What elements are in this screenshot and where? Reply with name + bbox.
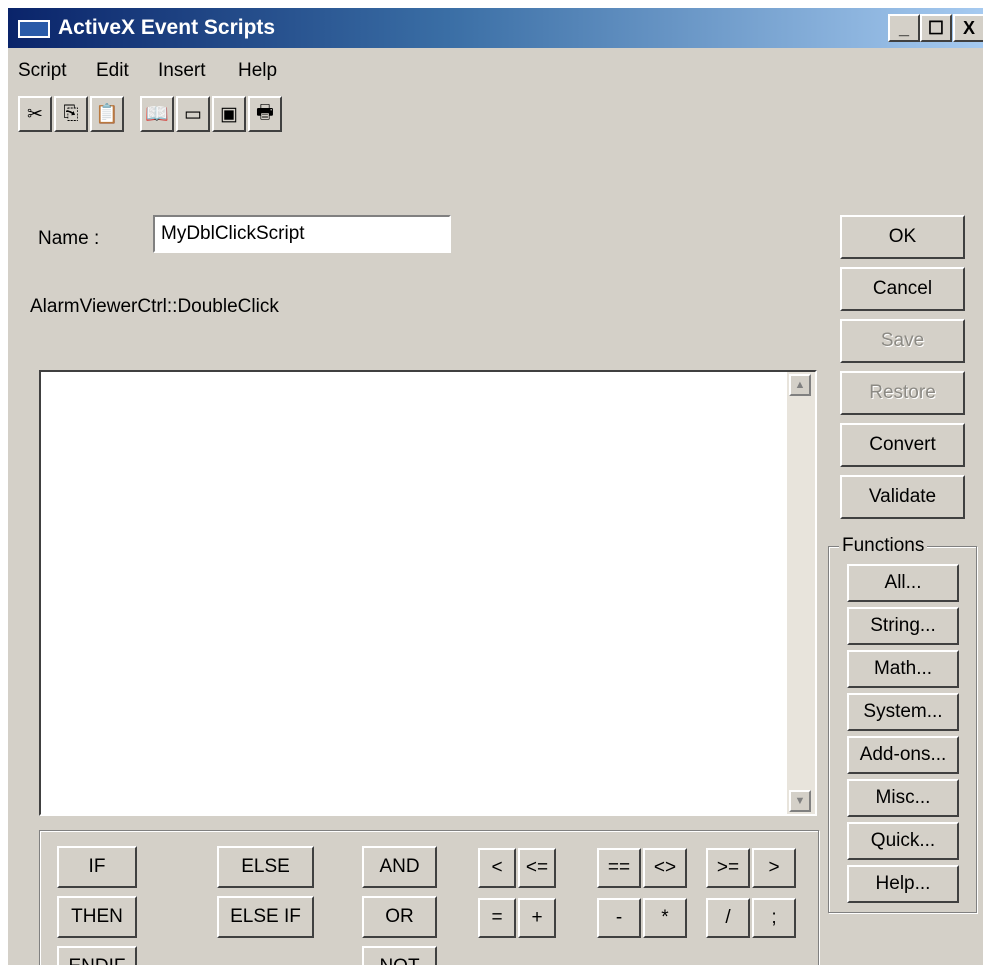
op-less-than-button[interactable]: <: [478, 848, 516, 888]
op-multiply-button[interactable]: *: [643, 898, 687, 938]
title-bar: ActiveX Event Scripts _ ☐ X: [8, 8, 983, 48]
op-not-button[interactable]: NOT: [362, 946, 437, 965]
function-math-button[interactable]: Math...: [847, 650, 959, 688]
op-endif-button[interactable]: ENDIF: [57, 946, 137, 965]
op-elseif-button[interactable]: ELSE IF: [217, 896, 314, 938]
function-help-button[interactable]: Help...: [847, 865, 959, 903]
function-system-button[interactable]: System...: [847, 693, 959, 731]
window-icon: [18, 20, 50, 38]
menu-insert[interactable]: Insert: [158, 60, 206, 82]
minimize-button[interactable]: _: [888, 14, 920, 42]
menu-script[interactable]: Script: [18, 60, 67, 82]
function-string-button[interactable]: String...: [847, 607, 959, 645]
event-label: AlarmViewerCtrl::DoubleClick: [30, 296, 279, 317]
scroll-down-icon[interactable]: ▼: [789, 790, 811, 812]
menu-bar: Script Edit Insert Help: [8, 54, 983, 86]
tag-browser-icon[interactable]: 📖: [140, 96, 174, 132]
copy-icon[interactable]: ⎘: [54, 96, 88, 132]
ok-button[interactable]: OK: [840, 215, 965, 259]
function-quick-button[interactable]: Quick...: [847, 822, 959, 860]
cut-icon[interactable]: ✂: [18, 96, 52, 132]
op-then-button[interactable]: THEN: [57, 896, 137, 938]
op-else-button[interactable]: ELSE: [217, 846, 314, 888]
maximize-button[interactable]: ☐: [920, 14, 952, 42]
op-greater-equal-button[interactable]: >=: [706, 848, 750, 888]
convert-button[interactable]: Convert: [840, 423, 965, 467]
op-and-button[interactable]: AND: [362, 846, 437, 888]
op-not-equal-button[interactable]: <>: [643, 848, 687, 888]
save-button[interactable]: Save: [840, 319, 965, 363]
op-divide-button[interactable]: /: [706, 898, 750, 938]
op-greater-than-button[interactable]: >: [752, 848, 796, 888]
script-name-input[interactable]: [153, 215, 451, 253]
op-plus-button[interactable]: +: [518, 898, 556, 938]
function-all-button[interactable]: All...: [847, 564, 959, 602]
op-assign-button[interactable]: =: [478, 898, 516, 938]
name-label: Name :: [38, 228, 100, 249]
print-icon[interactable]: 🖶: [248, 96, 282, 132]
function-misc-button[interactable]: Misc...: [847, 779, 959, 817]
op-minus-button[interactable]: -: [597, 898, 641, 938]
op-semicolon-button[interactable]: ;: [752, 898, 796, 938]
editor-scrollbar[interactable]: ▲ ▼: [787, 372, 815, 814]
op-less-equal-button[interactable]: <=: [518, 848, 556, 888]
activex-event-scripts-window: ActiveX Event Scripts _ ☐ X Script Edit …: [8, 8, 983, 965]
restore-button[interactable]: Restore: [840, 371, 965, 415]
menu-help[interactable]: Help: [238, 60, 277, 82]
op-or-button[interactable]: OR: [362, 896, 437, 938]
menu-edit[interactable]: Edit: [96, 60, 129, 82]
functions-label: Functions: [839, 535, 928, 557]
paste-icon[interactable]: 📋: [90, 96, 124, 132]
script-editor[interactable]: ▲ ▼: [39, 370, 817, 816]
scroll-up-icon[interactable]: ▲: [789, 374, 811, 396]
window-icon[interactable]: ▭: [176, 96, 210, 132]
activex-icon[interactable]: ▣: [212, 96, 246, 132]
window-title: ActiveX Event Scripts: [58, 16, 276, 39]
validate-button[interactable]: Validate: [840, 475, 965, 519]
op-if-button[interactable]: IF: [57, 846, 137, 888]
close-button[interactable]: X: [953, 14, 983, 42]
op-equals-button[interactable]: ==: [597, 848, 641, 888]
function-addons-button[interactable]: Add-ons...: [847, 736, 959, 774]
cancel-button[interactable]: Cancel: [840, 267, 965, 311]
